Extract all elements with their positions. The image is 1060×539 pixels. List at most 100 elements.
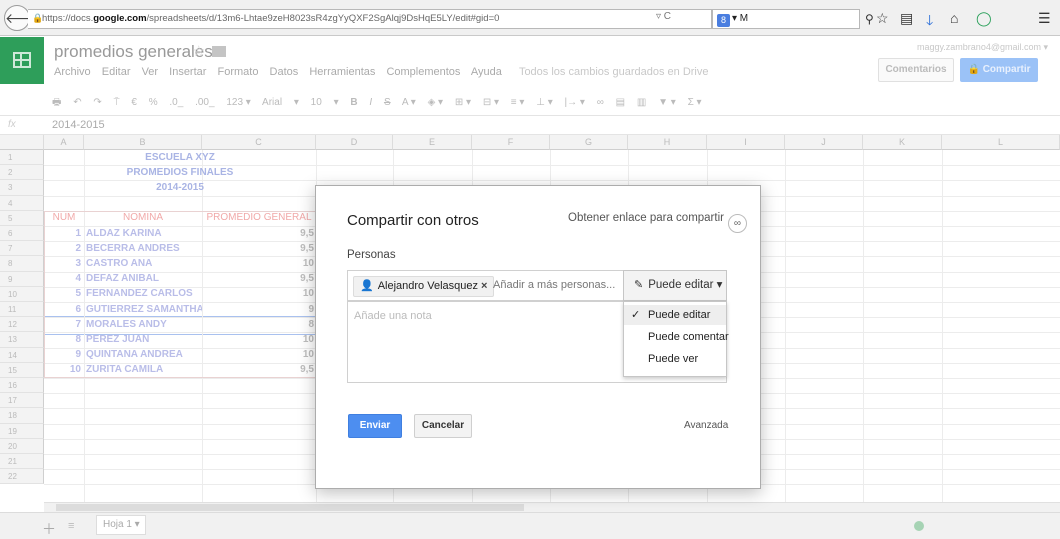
sheets-logo[interactable]	[0, 37, 44, 84]
row-header-6[interactable]: 6	[0, 226, 44, 242]
menu-editar[interactable]: Editar	[102, 66, 131, 78]
column-header-k[interactable]: K	[863, 135, 942, 150]
cancel-button[interactable]: Cancelar	[414, 414, 472, 438]
cell-average[interactable]: 10	[202, 334, 316, 346]
column-header-j[interactable]: J	[785, 135, 863, 150]
borders-icon[interactable]: ⊞ ▾	[455, 97, 471, 108]
menu-datos[interactable]: Datos	[270, 66, 299, 78]
row-header-9[interactable]: 9	[0, 271, 44, 287]
menu-insertar[interactable]: Insertar	[169, 66, 206, 78]
functions-icon[interactable]: Σ ▾	[688, 97, 702, 108]
menu-item-can-edit[interactable]: ✓ Puede editar	[624, 305, 726, 325]
cell-name[interactable]: GUTIERREZ SAMANTHA	[84, 304, 202, 316]
cell-average[interactable]: 10	[202, 349, 316, 361]
currency-icon[interactable]: €	[131, 97, 137, 108]
cell-num[interactable]: 5	[44, 288, 84, 300]
text-color-icon[interactable]: A ▾	[402, 97, 416, 108]
menu-archivo[interactable]: Archivo	[54, 66, 91, 78]
cell-num[interactable]: 9	[44, 349, 84, 361]
star-document-icon[interactable]: ☆	[192, 42, 205, 60]
select-all-corner[interactable]	[0, 135, 44, 150]
sheet-tab[interactable]: Hoja 1 ▾	[96, 515, 146, 535]
chevron-down-icon[interactable]: ▾	[294, 97, 299, 108]
cell-num[interactable]: 8	[44, 334, 84, 346]
search-icon[interactable]: ⚲	[865, 10, 874, 28]
permission-dropdown[interactable]: ✎ Puede editar ▾	[623, 270, 727, 301]
horizontal-scrollbar[interactable]	[44, 502, 1060, 512]
row-header-13[interactable]: 13	[0, 332, 44, 348]
formula-input[interactable]: 2014-2015	[52, 119, 105, 131]
star-icon[interactable]: ☆	[876, 10, 889, 27]
menu-formato[interactable]: Formato	[218, 66, 259, 78]
cell-num[interactable]: 1	[44, 228, 84, 240]
menu-item-can-view[interactable]: Puede ver	[624, 349, 726, 369]
column-header-h[interactable]: H	[628, 135, 707, 150]
menu-complementos[interactable]: Complementos	[386, 66, 460, 78]
document-title[interactable]: promedios generales	[54, 42, 213, 62]
row-header-2[interactable]: 2	[0, 165, 44, 181]
cell-average[interactable]: 9,5	[202, 228, 316, 240]
cell-name[interactable]: ALDAZ KARINA	[84, 228, 202, 240]
cell-title-year[interactable]: 2014-2015	[44, 182, 316, 194]
reading-list-icon[interactable]: ▤	[900, 10, 913, 27]
cell-num[interactable]: 10	[44, 364, 84, 376]
add-people-field[interactable]: Añadir a más personas...	[493, 279, 615, 291]
cell-average[interactable]: 9,5	[202, 364, 316, 376]
comment-icon[interactable]: ▤	[616, 97, 625, 108]
share-button[interactable]: 🔒 Compartir	[960, 58, 1038, 82]
column-header-b[interactable]: B	[84, 135, 202, 150]
paint-format-icon[interactable]: ⍑	[114, 97, 120, 108]
row-header-16[interactable]: 16	[0, 378, 44, 394]
chevron-down-icon[interactable]: ▾	[334, 97, 339, 108]
column-header-e[interactable]: E	[393, 135, 472, 150]
advanced-link[interactable]: Avanzada	[684, 420, 728, 431]
folder-icon[interactable]	[212, 46, 226, 57]
merge-cells-icon[interactable]: ⊟ ▾	[483, 97, 499, 108]
undo-icon[interactable]: ↶	[73, 97, 81, 108]
row-header-19[interactable]: 19	[0, 423, 44, 439]
bold-icon[interactable]: B	[350, 97, 357, 108]
row-header-11[interactable]: 11	[0, 302, 44, 318]
italic-icon[interactable]: I	[369, 97, 372, 108]
filter-icon[interactable]: ▼ ▾	[658, 97, 676, 108]
cell-average[interactable]: 9,5	[202, 243, 316, 255]
add-sheet-icon[interactable]: ＋	[42, 519, 56, 539]
row-header-1[interactable]: 1	[0, 150, 44, 166]
cell-num[interactable]: 3	[44, 258, 84, 270]
font-family-select[interactable]: Arial	[262, 97, 282, 108]
row-header-8[interactable]: 8	[0, 256, 44, 272]
cell-name[interactable]: CASTRO ANA	[84, 258, 202, 270]
row-header-4[interactable]: 4	[0, 195, 44, 211]
menu-ayuda[interactable]: Ayuda	[471, 66, 502, 78]
column-header-f[interactable]: F	[472, 135, 550, 150]
row-header-3[interactable]: 3	[0, 180, 44, 196]
header-num[interactable]: NUM	[44, 212, 84, 224]
cell-num[interactable]: 7	[44, 319, 84, 331]
increase-decimal-icon[interactable]: .00_	[195, 97, 214, 108]
cell-average[interactable]: 10	[202, 288, 316, 300]
link-icon[interactable]: ∞	[597, 97, 604, 108]
address-bar[interactable]: https://docs.google.com/spreadsheets/d/1…	[28, 9, 712, 29]
strikethrough-icon[interactable]: S	[384, 97, 391, 108]
reload-icon[interactable]: ▿ C	[656, 11, 671, 22]
account-email[interactable]: maggy.zambrano4@gmail.com ▾	[917, 42, 1048, 53]
print-icon[interactable]: 🖶	[52, 97, 61, 108]
cell-average[interactable]: 10	[202, 258, 316, 270]
column-header-c[interactable]: C	[202, 135, 316, 150]
people-input[interactable]: 👤 Alejandro Velasquez × Añadir a más perso…	[347, 270, 627, 301]
percent-icon[interactable]: %	[149, 97, 158, 108]
menu-item-can-comment[interactable]: Puede comentar	[624, 327, 729, 347]
column-header-a[interactable]: A	[44, 135, 84, 150]
remove-chip-icon[interactable]: ×	[481, 280, 487, 292]
row-header-18[interactable]: 18	[0, 408, 44, 424]
cell-num[interactable]: 2	[44, 243, 84, 255]
column-header-d[interactable]: D	[316, 135, 393, 150]
cell-name[interactable]: FERNANDEZ CARLOS	[84, 288, 202, 300]
scrollbar-thumb[interactable]	[56, 504, 524, 511]
redo-icon[interactable]: ↷	[93, 97, 101, 108]
sheet-list-icon[interactable]: ≡	[68, 520, 74, 532]
link-icon[interactable]: ∞	[727, 214, 747, 233]
comments-button[interactable]: Comentarios	[878, 58, 954, 82]
cell-num[interactable]: 6	[44, 304, 84, 316]
align-icon[interactable]: ≡ ▾	[511, 97, 525, 108]
